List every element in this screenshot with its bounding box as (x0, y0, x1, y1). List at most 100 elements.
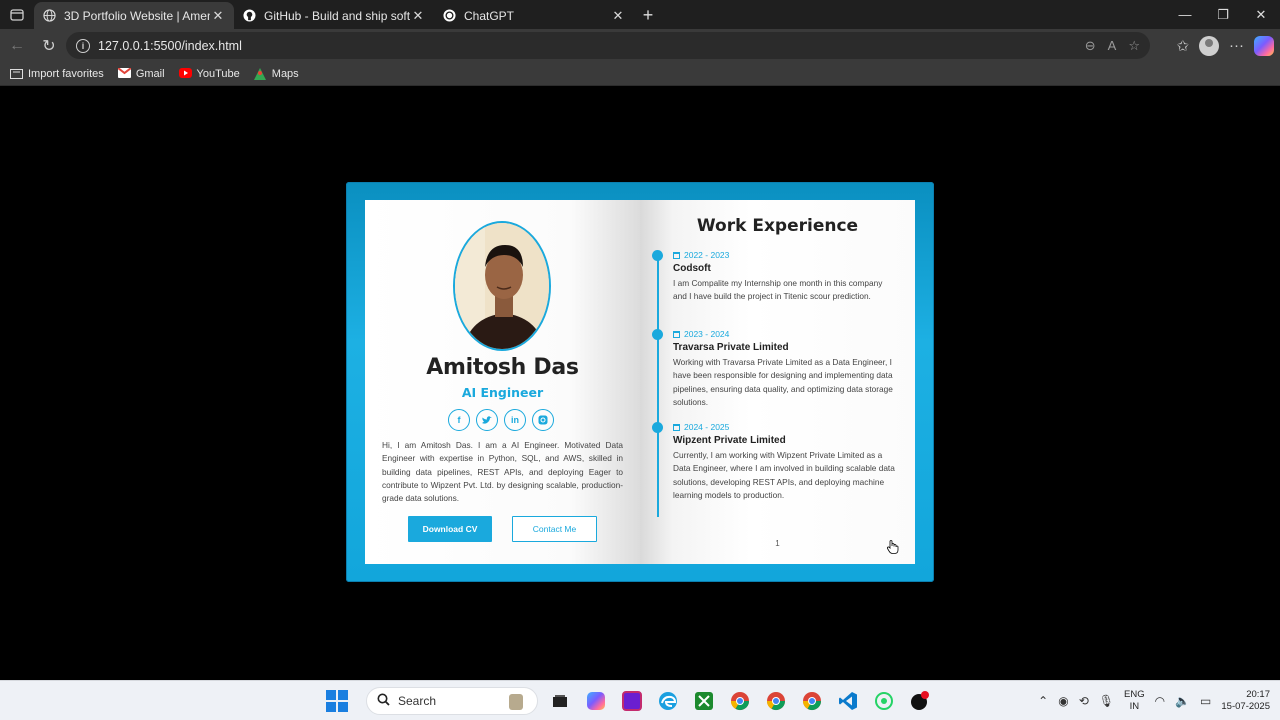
social-links: f in (448, 409, 554, 431)
vscode-icon[interactable] (834, 687, 862, 715)
tab-close-icon[interactable]: ✕ (610, 8, 626, 24)
favorite-star-icon[interactable]: ☆ (1128, 38, 1140, 54)
tab-title: ChatGPT (464, 8, 515, 23)
zoom-icon[interactable]: ⊖ (1085, 38, 1096, 54)
tab-chatgpt[interactable]: ChatGPT ✕ (434, 2, 634, 29)
profile-avatar[interactable] (1199, 35, 1219, 56)
url-box[interactable]: i 127.0.0.1:5500/index.html ⊖ A ☆ (66, 32, 1150, 59)
page-number: 1 (775, 539, 780, 548)
tab-close-icon[interactable]: ✕ (210, 8, 226, 24)
search-highlight-icon (509, 694, 523, 710)
entry-description: Currently, I am working with Wipzent Pri… (673, 450, 895, 500)
copilot-app-icon[interactable] (582, 687, 610, 715)
profile-bio: Hi, I am Amitosh Das. I am a AI Engineer… (382, 440, 623, 504)
fav-import[interactable]: Import favorites (10, 68, 104, 80)
timeline-dot (652, 422, 663, 433)
profile-photo (453, 221, 551, 351)
chatgpt-icon (442, 9, 456, 23)
window-controls: — ❐ ✕ (1166, 0, 1280, 29)
fav-maps[interactable]: Maps (253, 67, 299, 80)
tab-portfolio[interactable]: 3D Portfolio Website | Amenu ✕ (34, 2, 234, 29)
page-viewport: Amitosh Das AI Engineer f in Hi, I am Am… (4, 87, 1276, 678)
profile-page: Amitosh Das AI Engineer f in Hi, I am Am… (365, 200, 640, 564)
search-icon (377, 693, 390, 709)
windows-start-icon[interactable] (326, 690, 348, 712)
reload-icon[interactable]: ↻ (34, 31, 64, 61)
more-icon[interactable]: ··· (1229, 37, 1244, 54)
fav-label: Maps (271, 67, 299, 80)
contact-me-button[interactable]: Contact Me (512, 516, 597, 542)
timeline-dot (652, 250, 663, 261)
tab-github[interactable]: GitHub - Build and ship software o ✕ (234, 2, 434, 29)
tab-close-icon[interactable]: ✕ (410, 8, 426, 24)
new-tab-icon[interactable]: + (634, 2, 662, 29)
instagram-icon[interactable] (532, 409, 554, 431)
work-experience-page: Work Experience 2022 - 2023 Codsoft I am… (640, 200, 915, 564)
close-window-icon[interactable]: ✕ (1242, 0, 1280, 29)
media-app-icon[interactable] (906, 687, 934, 715)
edge-icon[interactable] (654, 687, 682, 715)
entry-company: Travarsa Private Limited (673, 342, 789, 353)
fav-label: Gmail (135, 67, 165, 80)
region-code: IN (1129, 701, 1140, 712)
fav-label: YouTube (196, 67, 240, 80)
chrome-profile-1-icon[interactable] (726, 687, 754, 715)
favorites-bar: Import favorites Gmail YouTube Maps (0, 62, 1280, 86)
taskbar-search[interactable]: Search (366, 687, 538, 715)
browser-tab-bar: 3D Portfolio Website | Amenu ✕ GitHub - … (0, 0, 1280, 29)
restore-icon[interactable]: ❐ (1204, 0, 1242, 29)
entry-description: Working with Travarsa Private Limited as… (673, 357, 893, 407)
facebook-icon[interactable]: f (448, 409, 470, 431)
copilot-icon[interactable] (1254, 35, 1274, 56)
url-text[interactable]: 127.0.0.1:5500/index.html (98, 39, 1085, 53)
tab-actions-icon[interactable] (0, 0, 34, 29)
chrome-profile-2-icon[interactable] (762, 687, 790, 715)
whatsapp-icon[interactable] (870, 687, 898, 715)
twitter-icon[interactable] (476, 409, 498, 431)
entry-company: Codsoft (673, 263, 711, 274)
chevron-up-icon[interactable]: ⌃ (1038, 694, 1048, 708)
calendar-icon (673, 423, 680, 431)
timeline-line (657, 255, 659, 517)
gmail-icon (117, 67, 132, 79)
chrome-profile-3-icon[interactable] (798, 687, 826, 715)
calendar-icon (673, 330, 680, 338)
clock[interactable]: 20:17 15-07-2025 (1221, 689, 1270, 713)
volume-icon[interactable]: 🔈 (1175, 694, 1190, 708)
site-info-icon[interactable]: i (76, 38, 90, 53)
entry-date: 2022 - 2023 (673, 250, 729, 260)
tray-app-icon[interactable]: ◉ (1058, 694, 1068, 708)
microphone-icon[interactable]: 🎙 (1099, 694, 1114, 708)
sync-icon[interactable]: ⟲ (1079, 694, 1089, 708)
wifi-icon[interactable]: ◠ (1155, 694, 1165, 708)
fav-gmail[interactable]: Gmail (117, 67, 165, 80)
read-aloud-icon[interactable]: A (1108, 38, 1117, 54)
github-icon (242, 9, 256, 23)
globe-icon (42, 9, 56, 23)
tab-title: 3D Portfolio Website | Amenu (64, 8, 210, 23)
back-icon[interactable]: ← (2, 31, 32, 61)
taskbar: Search ⌃ ◉ ⟲ 🎙 ENG IN ◠ 🔈 ▭ 20:17 15-07-… (0, 680, 1280, 720)
language-code: ENG (1124, 689, 1145, 700)
fav-label: Import favorites (28, 67, 104, 80)
minimize-icon[interactable]: — (1166, 0, 1204, 29)
profile-name: Amitosh Das (426, 355, 579, 380)
search-label: Search (398, 694, 437, 708)
import-icon (10, 68, 23, 79)
task-view-icon[interactable] (546, 687, 574, 715)
language-indicator[interactable]: ENG IN (1124, 689, 1145, 713)
portfolio-book: Amitosh Das AI Engineer f in Hi, I am Am… (346, 182, 934, 582)
linkedin-icon[interactable]: in (504, 409, 526, 431)
battery-icon[interactable]: ▭ (1200, 694, 1211, 708)
entry-description: I am Compalite my Internship one month i… (673, 278, 883, 302)
download-cv-button[interactable]: Download CV (408, 516, 492, 542)
hand-cursor-icon (886, 540, 899, 554)
entry-date: 2023 - 2024 (673, 329, 729, 339)
work-experience-title: Work Experience (696, 216, 859, 236)
profile-role: AI Engineer (461, 385, 544, 400)
favorites-icon[interactable]: ✩ (1176, 37, 1189, 55)
photo-app-icon[interactable] (618, 687, 646, 715)
fav-youtube[interactable]: YouTube (178, 67, 240, 80)
entry-company: Wipzent Private Limited (673, 435, 786, 446)
xbox-icon[interactable] (690, 687, 718, 715)
